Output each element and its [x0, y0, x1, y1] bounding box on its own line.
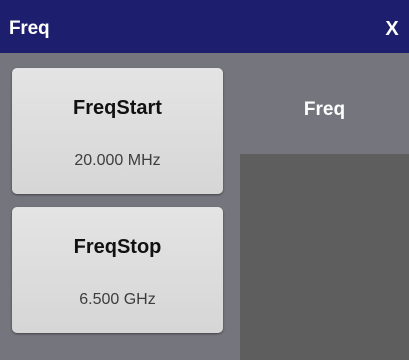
freq-stop-value: 6.500 GHz — [79, 291, 156, 308]
freq-start-label: FreqStart — [73, 97, 162, 119]
close-button[interactable]: X — [381, 17, 403, 41]
window-title: Freq — [9, 18, 50, 39]
menu-panel: FreqStart 20.000 MHz FreqStop 6.500 GHz … — [0, 53, 409, 360]
panel-title: Freq — [303, 99, 346, 120]
freq-start-button[interactable]: FreqStart 20.000 MHz — [12, 68, 223, 194]
title-bar: Freq X — [0, 0, 409, 53]
freq-start-value: 20.000 MHz — [74, 152, 161, 169]
display-area — [240, 154, 409, 360]
freq-stop-button[interactable]: FreqStop 6.500 GHz — [12, 207, 223, 333]
freq-stop-label: FreqStop — [73, 236, 162, 258]
